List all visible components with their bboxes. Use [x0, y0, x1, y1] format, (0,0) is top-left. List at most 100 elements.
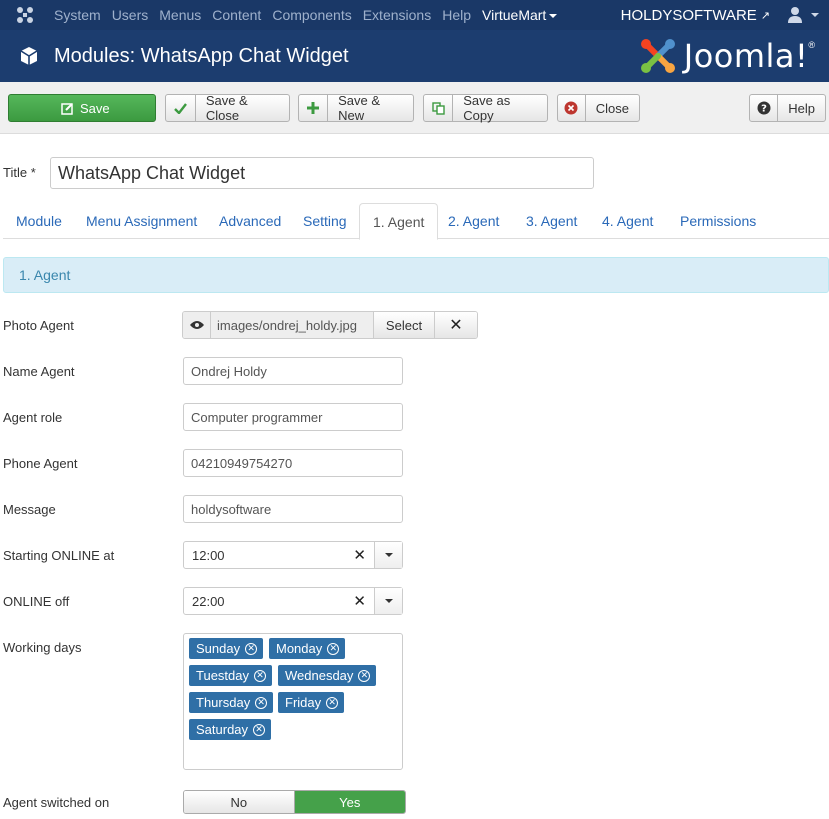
remove-icon[interactable]: ✕: [254, 669, 266, 682]
tab-agent-3[interactable]: 3. Agent: [513, 203, 590, 239]
plus-icon: [299, 95, 329, 121]
menu-virtuemart[interactable]: VirtueMart: [482, 7, 558, 23]
menu-components[interactable]: Components: [272, 7, 351, 23]
day-label: Wednesday: [285, 668, 354, 683]
close-button[interactable]: Close: [557, 94, 640, 122]
name-agent-label: Name Agent: [3, 364, 75, 379]
message-input[interactable]: holdysoftware: [183, 495, 403, 523]
eye-icon[interactable]: [183, 312, 211, 338]
starting-online-value: 12:00: [192, 547, 225, 563]
remove-icon[interactable]: ✕: [326, 696, 339, 709]
remove-icon[interactable]: ✕: [253, 723, 266, 736]
tab-agent-1[interactable]: 1. Agent: [359, 203, 439, 240]
tab-agent-2[interactable]: 2. Agent: [435, 203, 512, 239]
day-chip-saturday: Saturday ✕: [189, 719, 272, 740]
save-copy-label: Save as Copy: [463, 93, 511, 123]
day-chip-thursday: Thursday ✕: [189, 692, 274, 713]
online-off-select[interactable]: 22:00 ✕: [183, 587, 403, 615]
section-header: 1. Agent: [3, 257, 829, 293]
remove-icon[interactable]: ✕: [327, 642, 340, 655]
check-icon: [166, 95, 196, 121]
working-days-label: Working days: [3, 640, 82, 655]
name-agent-input[interactable]: Ondrej Holdy: [183, 357, 403, 385]
help-label: Help: [788, 100, 815, 116]
phone-agent-label: Phone Agent: [3, 456, 78, 471]
page-title: Modules: WhatsApp Chat Widget: [54, 44, 349, 67]
day-label: Monday: [276, 641, 323, 656]
day-chip-wednesday: Wednesday ✕: [278, 665, 377, 686]
cube-icon: [20, 47, 38, 65]
message-label: Message: [3, 502, 56, 517]
dropdown-toggle[interactable]: [374, 542, 402, 568]
save-button[interactable]: Save: [8, 94, 156, 122]
chevron-down-icon: [385, 553, 393, 557]
user-icon[interactable]: [787, 6, 811, 24]
help-button[interactable]: ? Help: [749, 94, 826, 122]
save-new-button[interactable]: Save & New: [298, 93, 414, 123]
page-header: Modules: WhatsApp Chat Widget Joomla! ®: [0, 30, 829, 82]
switch-yes-option[interactable]: Yes: [294, 791, 405, 813]
tab-permissions[interactable]: Permissions: [667, 203, 769, 239]
chevron-down-icon: [549, 14, 558, 19]
working-days-multiselect[interactable]: Sunday ✕ Monday ✕ Tuestday ✕ Wednesday ✕ Thu…: [183, 633, 403, 770]
agent-role-input[interactable]: Computer programmer: [183, 403, 403, 431]
external-link-icon: ↗: [760, 9, 770, 22]
agent-switched-label: Agent switched on: [3, 795, 110, 810]
site-name: HOLDYSOFTWARE: [620, 6, 757, 24]
select-button[interactable]: Select: [374, 312, 435, 338]
dropdown-toggle[interactable]: [374, 588, 402, 614]
day-label: Thursday: [196, 695, 251, 710]
remove-icon[interactable]: ✕: [255, 696, 268, 709]
remove-icon[interactable]: ✕: [245, 642, 258, 655]
close-circle-icon: [558, 95, 586, 121]
help-icon: ?: [750, 95, 779, 121]
save-label: Save: [80, 100, 110, 116]
day-label: Friday: [285, 695, 322, 710]
title-input[interactable]: WhatsApp Chat Widget: [50, 157, 594, 189]
tab-agent-4[interactable]: 4. Agent: [589, 203, 666, 239]
clear-icon[interactable]: ✕: [435, 312, 477, 338]
menu-menus[interactable]: Menus: [159, 7, 201, 23]
clear-icon[interactable]: ✕: [353, 542, 366, 568]
top-navbar: System Users Menus Content Components Ex…: [0, 0, 829, 30]
phone-agent-input[interactable]: 04210949754270: [183, 449, 403, 477]
switch-no-option[interactable]: No: [184, 791, 295, 813]
menu-extensions[interactable]: Extensions: [363, 7, 431, 23]
menu-content[interactable]: Content: [212, 7, 261, 23]
tab-module[interactable]: Module: [3, 203, 75, 239]
joomla-logo: Joomla! ®: [638, 36, 815, 76]
menu-users[interactable]: Users: [112, 7, 149, 23]
clear-icon[interactable]: ✕: [353, 588, 366, 614]
day-label: Tuestday: [196, 668, 249, 683]
day-chip-friday: Friday ✕: [278, 692, 345, 713]
close-label: Close: [595, 100, 629, 116]
tab-advanced[interactable]: Advanced: [206, 203, 294, 239]
starting-online-label: Starting ONLINE at: [3, 548, 115, 563]
admin-menu: System Users Menus Content Components Ex…: [54, 0, 568, 30]
save-close-label: Save & Close: [205, 93, 248, 123]
joomla-menu-icon[interactable]: [15, 5, 35, 25]
starting-online-select[interactable]: 12:00 ✕: [183, 541, 403, 569]
remove-icon[interactable]: ✕: [358, 669, 371, 682]
day-label: Saturday: [196, 722, 249, 737]
day-chip-monday: Monday ✕: [269, 638, 346, 659]
photo-agent-path: images/ondrej_holdy.jpg: [211, 312, 374, 338]
day-chip-tuestday: Tuestday ✕: [189, 665, 272, 686]
menu-system[interactable]: System: [54, 7, 101, 23]
save-copy-button[interactable]: Save as Copy: [423, 93, 548, 123]
menu-help[interactable]: Help: [442, 7, 471, 23]
save-close-button[interactable]: Save & Close: [165, 93, 290, 123]
day-label: Sunday: [196, 641, 241, 656]
photo-agent-label: Photo Agent: [3, 318, 74, 333]
chevron-down-icon: [385, 599, 393, 603]
user-menu-chevron-icon: [811, 13, 819, 17]
site-link[interactable]: HOLDYSOFTWARE ↗: [621, 0, 770, 30]
agent-switch-toggle: No Yes: [183, 790, 406, 814]
online-off-value: 22:00: [192, 593, 225, 609]
tab-bar: Module Menu Assignment Advanced Setting …: [3, 203, 829, 240]
tab-setting[interactable]: Setting: [290, 203, 360, 239]
tab-menu-assignment[interactable]: Menu Assignment: [73, 203, 210, 239]
title-label: Title *: [3, 165, 36, 180]
save-new-label: Save & New: [338, 93, 381, 123]
toolbar: Save Save & Close Save & New Save as Cop…: [0, 82, 829, 134]
